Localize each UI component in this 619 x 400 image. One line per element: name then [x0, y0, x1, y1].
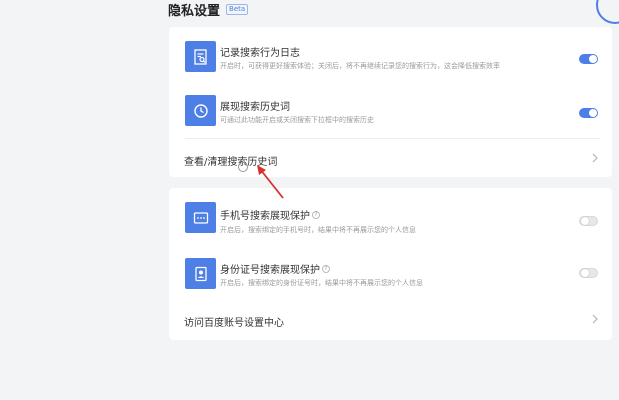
red-arrow-annotation: [257, 165, 284, 199]
setting-row-phone-protect: 手机号搜索展现保护? 开启后，搜索绑定的手机号时，结果中将不再展示您的个人信息: [169, 202, 612, 242]
beta-badge: Beta: [226, 3, 249, 15]
phone-protect-toggle[interactable]: [579, 216, 598, 226]
search-history-card: 记录搜索行为日志 开启时，可获得更好搜索体验；关闭后，将不再继续记录您的搜索行为…: [169, 27, 612, 177]
setting-row-id-protect: 身份证号搜索展现保护? 开启后，搜索绑定的身份证号时，结果中将不再展示您的个人信…: [169, 258, 612, 298]
help-icon[interactable]: ?: [312, 211, 320, 219]
clock-icon: [185, 95, 216, 126]
page-header: 隐私设置 Beta: [168, 0, 249, 19]
account-settings-link[interactable]: 访问百度账号设置中心: [169, 302, 612, 338]
setting-label-text: 身份证号搜索展现保护: [220, 265, 320, 276]
setting-label-text: 手机号搜索展现保护: [220, 211, 310, 222]
divider: [185, 138, 600, 139]
help-icon[interactable]: ?: [322, 265, 330, 273]
setting-description: 开启后，搜索绑定的身份证号时，结果中将不再展示您的个人信息: [220, 279, 423, 287]
phone-icon: [185, 202, 216, 233]
setting-row-show-history: 展现搜索历史词 可通过此功能开启或关闭搜索下拉框中的搜索历史: [169, 95, 612, 135]
setting-label: 展现搜索历史词: [220, 102, 290, 113]
chevron-right-icon: [592, 153, 598, 163]
log-search-toggle[interactable]: [579, 54, 598, 64]
setting-row-log-search: 记录搜索行为日志 开启时，可获得更好搜索体验；关闭后，将不再继续记录您的搜索行为…: [169, 41, 612, 81]
show-history-toggle[interactable]: [579, 108, 598, 118]
corner-circle-icon: [596, 0, 619, 24]
id-card-icon: [185, 258, 216, 289]
setting-description: 开启时，可获得更好搜索体验；关闭后，将不再继续记录您的搜索行为，这会降低搜索效率: [220, 62, 500, 70]
setting-description: 可通过此功能开启或关闭搜索下拉框中的搜索历史: [220, 116, 374, 124]
id-protect-toggle[interactable]: [579, 268, 598, 278]
document-search-icon: [185, 41, 216, 72]
setting-label: 记录搜索行为日志: [220, 48, 300, 59]
view-clear-history-link[interactable]: 查看/清理搜索历史词: [169, 141, 612, 177]
setting-label: 手机号搜索展现保护?: [220, 207, 320, 222]
setting-label: 身份证号搜索展现保护?: [220, 261, 330, 276]
link-label: 访问百度账号设置中心: [184, 318, 284, 329]
chevron-right-icon: [592, 314, 598, 324]
setting-description: 开启后，搜索绑定的手机号时，结果中将不再展示您的个人信息: [220, 226, 416, 234]
page-title: 隐私设置: [168, 3, 221, 19]
privacy-protection-card: 手机号搜索展现保护? 开启后，搜索绑定的手机号时，结果中将不再展示您的个人信息 …: [169, 188, 612, 340]
